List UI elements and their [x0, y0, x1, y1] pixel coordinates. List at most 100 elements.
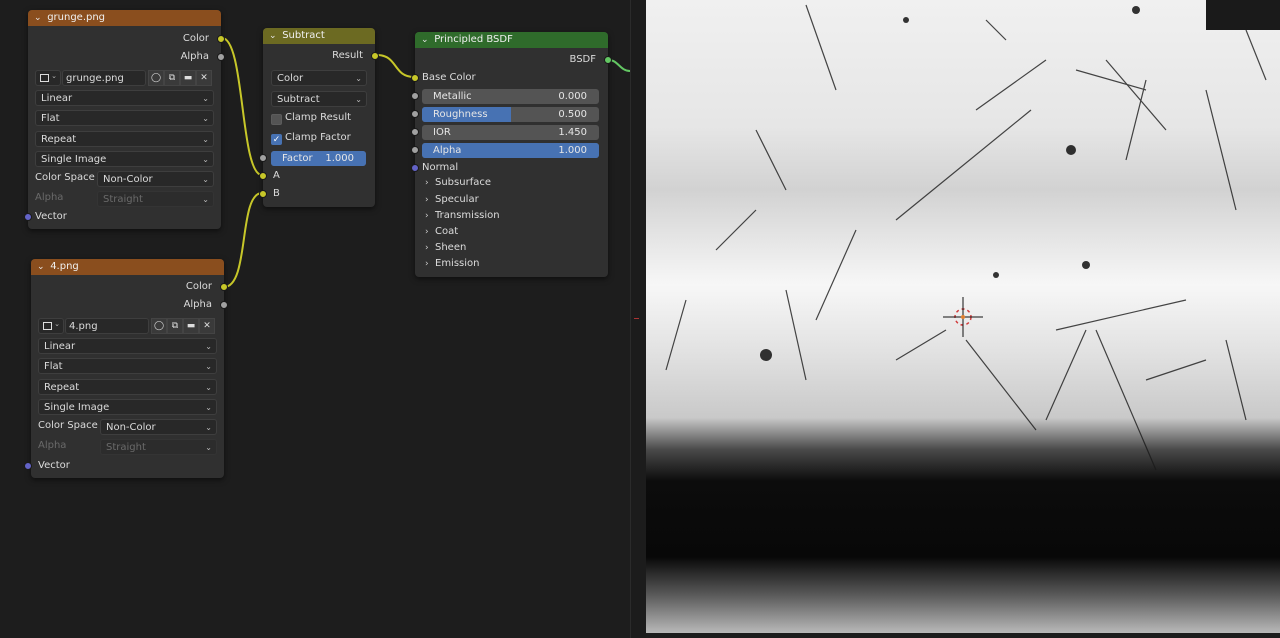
output-socket-color[interactable]: [220, 283, 228, 291]
projection-value: Flat: [44, 361, 63, 372]
input-socket-vector[interactable]: [24, 462, 32, 470]
input-socket-vector[interactable]: [24, 213, 32, 221]
image-browse-button[interactable]: ⌄: [35, 70, 61, 86]
extension-dropdown[interactable]: Repeat ⌄: [35, 131, 214, 147]
panel-sheen[interactable]: › Sheen: [425, 240, 466, 256]
ior-slider[interactable]: IOR 1.450: [422, 125, 599, 140]
output-socket-alpha[interactable]: [217, 53, 225, 61]
image-name-field[interactable]: 4.png: [65, 318, 149, 334]
mix-node-subtract[interactable]: ⌄ Subtract Result Color ⌄ Subtract ⌄ Cla…: [259, 28, 379, 207]
close-icon[interactable]: ✕: [196, 70, 212, 86]
node-editor[interactable]: ⌄ grunge.png Color Alpha ⌄ grunge.png ◯ …: [0, 0, 630, 638]
interpolation-dropdown[interactable]: Linear ⌄: [35, 90, 214, 106]
chevron-right-icon: ›: [425, 211, 429, 221]
metallic-label: Metallic: [433, 91, 472, 102]
chevron-down-icon[interactable]: ⌄: [34, 10, 44, 26]
output-bsdf-row: BSDF: [415, 51, 612, 68]
blend-mode-value: Subtract: [277, 94, 320, 105]
factor-value: 1.000: [325, 153, 354, 164]
input-socket-factor[interactable]: [259, 154, 267, 162]
image-selector[interactable]: ⌄ 4.png ◯ ⧉ ▬ ✕: [38, 318, 217, 334]
divider-marker: [634, 318, 639, 319]
panel-label-emission: Emission: [435, 258, 480, 269]
input-socket-ior[interactable]: [411, 128, 419, 136]
metallic-slider[interactable]: Metallic 0.000: [422, 89, 599, 104]
output-result-row: Result: [263, 47, 379, 64]
area-divider[interactable]: [630, 0, 647, 638]
output-socket-bsdf[interactable]: [604, 56, 612, 64]
color-space-dropdown[interactable]: Non-Color ⌄: [97, 171, 214, 187]
output-color-row: Color: [31, 278, 228, 295]
source-dropdown[interactable]: Single Image ⌄: [38, 399, 217, 415]
principled-bsdf-node[interactable]: ⌄ Principled BSDF BSDF Base Color Metall…: [411, 32, 612, 277]
chevron-right-icon: ›: [425, 195, 429, 205]
image-name-field[interactable]: grunge.png: [62, 70, 146, 86]
chevron-down-icon[interactable]: ⌄: [37, 259, 47, 275]
input-label-vector: Vector: [35, 211, 67, 222]
duplicate-icon[interactable]: ⧉: [167, 318, 183, 334]
projection-dropdown[interactable]: Flat ⌄: [35, 110, 214, 126]
clamp-result-checkbox[interactable]: [271, 114, 282, 125]
input-socket-a[interactable]: [259, 172, 267, 180]
fake-user-shield-icon[interactable]: ◯: [148, 70, 164, 86]
chevron-down-icon: ⌄: [355, 95, 362, 104]
viewport-render-preview[interactable]: [646, 0, 1280, 633]
projection-dropdown[interactable]: Flat ⌄: [38, 358, 217, 374]
panel-specular[interactable]: › Specular: [425, 192, 479, 208]
node-header[interactable]: ⌄ Principled BSDF: [415, 32, 608, 48]
input-socket-b[interactable]: [259, 190, 267, 198]
source-dropdown[interactable]: Single Image ⌄: [35, 151, 214, 167]
blend-mode-dropdown[interactable]: Subtract ⌄: [271, 91, 367, 107]
node-title: grunge.png: [47, 12, 106, 23]
input-a-row: A: [259, 167, 375, 184]
image-selector[interactable]: ⌄ grunge.png ◯ ⧉ ▬ ✕: [35, 70, 214, 86]
image-texture-node-grunge[interactable]: ⌄ grunge.png Color Alpha ⌄ grunge.png ◯ …: [24, 10, 225, 229]
3d-cursor-icon: [943, 297, 983, 337]
output-socket-result[interactable]: [371, 52, 379, 60]
input-label-base-color: Base Color: [422, 72, 476, 83]
close-icon[interactable]: ✕: [199, 318, 215, 334]
data-type-dropdown[interactable]: Color ⌄: [271, 70, 367, 86]
data-type-value: Color: [277, 73, 304, 84]
chevron-down-icon[interactable]: ⌄: [269, 28, 279, 44]
fake-user-shield-icon[interactable]: ◯: [151, 318, 167, 334]
color-space-dropdown[interactable]: Non-Color ⌄: [100, 419, 217, 435]
interpolation-dropdown[interactable]: Linear ⌄: [38, 338, 217, 354]
node-header[interactable]: ⌄ 4.png: [31, 259, 224, 275]
input-socket-roughness[interactable]: [411, 110, 419, 118]
image-browse-button[interactable]: ⌄: [38, 318, 64, 334]
alpha-slider[interactable]: Alpha 1.000: [422, 143, 599, 158]
duplicate-icon[interactable]: ⧉: [164, 70, 180, 86]
extension-dropdown[interactable]: Repeat ⌄: [38, 379, 217, 395]
panel-subsurface[interactable]: › Subsurface: [425, 175, 491, 191]
folder-icon[interactable]: ▬: [183, 318, 199, 334]
output-alpha-row: Alpha: [31, 296, 228, 313]
grunge-texture-preview: [665, 0, 1280, 471]
panel-emission[interactable]: › Emission: [425, 256, 480, 272]
output-alpha-row: Alpha: [28, 48, 225, 65]
input-socket-base-color[interactable]: [411, 74, 419, 82]
output-socket-color[interactable]: [217, 35, 225, 43]
clamp-factor-checkbox[interactable]: ✓: [271, 134, 282, 145]
panel-coat[interactable]: › Coat: [425, 224, 458, 240]
folder-icon[interactable]: ▬: [180, 70, 196, 86]
roughness-slider[interactable]: Roughness 0.500: [422, 107, 599, 122]
panel-label-subsurface: Subsurface: [435, 177, 491, 188]
interpolation-value: Linear: [41, 93, 73, 104]
panel-transmission[interactable]: › Transmission: [425, 208, 500, 224]
input-socket-alpha[interactable]: [411, 146, 419, 154]
alpha-label: Alpha: [433, 145, 462, 156]
input-socket-metallic[interactable]: [411, 92, 419, 100]
viewport-bottom-edge: [646, 633, 1280, 638]
panel-label-transmission: Transmission: [435, 210, 500, 221]
input-socket-normal[interactable]: [411, 164, 419, 172]
image-texture-node-4[interactable]: ⌄ 4.png Color Alpha ⌄ 4.png ◯ ⧉ ▬ ✕ Line…: [24, 259, 228, 478]
chevron-right-icon: ›: [425, 259, 429, 269]
alpha-mode-dropdown: Straight ⌄: [97, 191, 214, 207]
node-header[interactable]: ⌄ Subtract: [263, 28, 375, 44]
chevron-down-icon: ⌄: [202, 175, 209, 184]
chevron-down-icon[interactable]: ⌄: [421, 32, 431, 48]
output-socket-alpha[interactable]: [220, 301, 228, 309]
node-header[interactable]: ⌄ grunge.png: [28, 10, 221, 26]
factor-slider[interactable]: Factor 1.000: [271, 151, 366, 166]
